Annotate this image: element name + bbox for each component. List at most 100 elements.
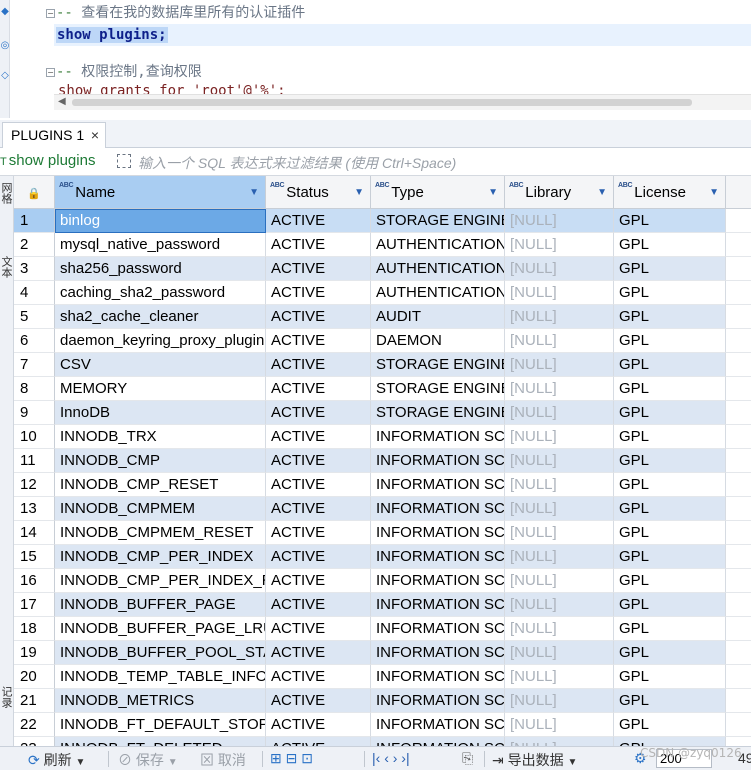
row-number[interactable]: 6: [14, 329, 55, 353]
fetch-settings-icon[interactable]: ⎘: [462, 750, 473, 767]
sort-icon[interactable]: ▼: [709, 176, 719, 208]
cell-type[interactable]: INFORMATION SCHEMA: [371, 473, 505, 497]
row-number[interactable]: 9: [14, 401, 55, 425]
chevron-down-icon[interactable]: ▼: [568, 757, 578, 768]
row-number[interactable]: 3: [14, 257, 55, 281]
row-number[interactable]: 22: [14, 713, 55, 737]
cell-name[interactable]: mysql_native_password: [55, 233, 266, 257]
table-row[interactable]: 12INNODB_CMP_RESETACTIVEINFORMATION SCHE…: [14, 473, 751, 497]
row-number[interactable]: 17: [14, 593, 55, 617]
row-number[interactable]: 21: [14, 689, 55, 713]
cell-status[interactable]: ACTIVE: [266, 377, 371, 401]
cell-status[interactable]: ACTIVE: [266, 665, 371, 689]
cell-name[interactable]: daemon_keyring_proxy_plugin: [55, 329, 266, 353]
cell-library[interactable]: [NULL]: [505, 521, 614, 545]
row-number[interactable]: 5: [14, 305, 55, 329]
column-header-library[interactable]: ABC Library ▼: [505, 176, 614, 209]
table-row[interactable]: 21INNODB_METRICSACTIVEINFORMATION SCHEMA…: [14, 689, 751, 713]
table-row[interactable]: 8 MEMORY ACTIVE STORAGE ENGINE [NULL] GPL: [14, 377, 751, 401]
cell-license[interactable]: GPL: [614, 665, 726, 689]
cell-type[interactable]: INFORMATION SCHEMA: [371, 521, 505, 545]
cell-library[interactable]: [NULL]: [505, 545, 614, 569]
cell-license[interactable]: GPL: [614, 257, 726, 281]
cell-type[interactable]: INFORMATION SCHEMA: [371, 737, 505, 746]
cell-status[interactable]: ACTIVE: [266, 497, 371, 521]
row-number[interactable]: 13: [14, 497, 55, 521]
close-icon[interactable]: ×: [91, 123, 99, 147]
editor-statement-line[interactable]: show plugins;: [56, 24, 168, 46]
cell-name[interactable]: INNODB_BUFFER_PAGE: [55, 593, 266, 617]
cell-type[interactable]: INFORMATION SCHEMA: [371, 641, 505, 665]
expand-icon[interactable]: [117, 154, 131, 168]
cell-type[interactable]: STORAGE ENGINE: [371, 377, 505, 401]
row-number[interactable]: 11: [14, 449, 55, 473]
cell-name[interactable]: InnoDB: [55, 401, 266, 425]
row-edit-icons[interactable]: ⊞ ⊟ ⊡: [270, 750, 313, 767]
row-number[interactable]: 12: [14, 473, 55, 497]
table-row[interactable]: 19INNODB_BUFFER_POOL_STATSACTIVEINFORMAT…: [14, 641, 751, 665]
table-row[interactable]: 7 CSV ACTIVE STORAGE ENGINE [NULL] GPL: [14, 353, 751, 377]
row-number[interactable]: 15: [14, 545, 55, 569]
cell-library[interactable]: [NULL]: [505, 425, 614, 449]
cell-status[interactable]: ACTIVE: [266, 473, 371, 497]
cell-name[interactable]: INNODB_FT_DELETED: [55, 737, 266, 746]
cell-license[interactable]: GPL: [614, 377, 726, 401]
cell-type[interactable]: INFORMATION SCHEMA: [371, 497, 505, 521]
cell-status[interactable]: ACTIVE: [266, 401, 371, 425]
cell-type[interactable]: INFORMATION SCHEMA: [371, 689, 505, 713]
table-row[interactable]: 3 sha256_password ACTIVE AUTHENTICATION [NUL…: [14, 257, 751, 281]
cell-library[interactable]: [NULL]: [505, 401, 614, 425]
cell-status[interactable]: ACTIVE: [266, 353, 371, 377]
export-button[interactable]: ⇥ 导出数据 ▼: [492, 750, 577, 770]
cell-type[interactable]: INFORMATION SCHEMA: [371, 665, 505, 689]
cell-license[interactable]: GPL: [614, 425, 726, 449]
table-row[interactable]: 15 INNODB_CMP_PER_INDEX ACTIVE INFORMATION …: [14, 545, 751, 569]
cell-status[interactable]: ACTIVE: [266, 425, 371, 449]
result-grid[interactable]: 🔒 ABC Name ▼ ABC Status ▼ ABC Type ▼ ABC Lib…: [14, 176, 751, 746]
cell-type[interactable]: AUDIT: [371, 305, 505, 329]
cell-license[interactable]: GPL: [614, 329, 726, 353]
cell-license[interactable]: GPL: [614, 497, 726, 521]
cell-status[interactable]: ACTIVE: [266, 713, 371, 737]
table-row[interactable]: 16INNODB_CMP_PER_INDEX_RESETACTIVEINFORM…: [14, 569, 751, 593]
cell-status[interactable]: ACTIVE: [266, 593, 371, 617]
cell-library[interactable]: [NULL]: [505, 281, 614, 305]
table-row[interactable]: 5 sha2_cache_cleaner ACTIVE AUDIT [NULL] GPL: [14, 305, 751, 329]
sort-icon[interactable]: ▼: [597, 176, 607, 208]
cell-license[interactable]: GPL: [614, 689, 726, 713]
cell-name[interactable]: INNODB_BUFFER_POOL_STATS: [55, 641, 266, 665]
cell-status[interactable]: ACTIVE: [266, 257, 371, 281]
record-view-tab[interactable]: 记录: [0, 686, 14, 708]
cell-library[interactable]: [NULL]: [505, 713, 614, 737]
row-number[interactable]: 19: [14, 641, 55, 665]
cell-type[interactable]: INFORMATION SCHEMA: [371, 617, 505, 641]
table-row[interactable]: 18 INNODB_BUFFER_PAGE_LRU ACTIVE INFORMATIO…: [14, 617, 751, 641]
cell-library[interactable]: [NULL]: [505, 497, 614, 521]
cell-type[interactable]: INFORMATION SCHEMA: [371, 569, 505, 593]
fold-toggle-icon[interactable]: −: [46, 9, 55, 18]
cell-name[interactable]: INNODB_TEMP_TABLE_INFO: [55, 665, 266, 689]
column-header-license[interactable]: ABC License ▼: [614, 176, 726, 209]
row-number[interactable]: 8: [14, 377, 55, 401]
cell-name[interactable]: sha256_password: [55, 257, 266, 281]
table-row[interactable]: 9 InnoDB ACTIVE STORAGE ENGINE [NULL] GPL: [14, 401, 751, 425]
cell-type[interactable]: AUTHENTICATION: [371, 257, 505, 281]
refresh-button[interactable]: ⟳ 刷新 ▼: [28, 750, 85, 770]
table-row[interactable]: 6 daemon_keyring_proxy_plugin ACTIVE DAEMON…: [14, 329, 751, 353]
table-row[interactable]: 20 INNODB_TEMP_TABLE_INFO ACTIVE INFORMATIO…: [14, 665, 751, 689]
cell-license[interactable]: GPL: [614, 545, 726, 569]
cell-status[interactable]: ACTIVE: [266, 329, 371, 353]
row-number[interactable]: 4: [14, 281, 55, 305]
cell-license[interactable]: GPL: [614, 353, 726, 377]
cell-library[interactable]: [NULL]: [505, 329, 614, 353]
sort-icon[interactable]: ▼: [354, 176, 364, 208]
row-number[interactable]: 2: [14, 233, 55, 257]
cell-name[interactable]: INNODB_CMPMEM_RESET: [55, 521, 266, 545]
cell-status[interactable]: ACTIVE: [266, 281, 371, 305]
cell-license[interactable]: GPL: [614, 641, 726, 665]
cell-license[interactable]: GPL: [614, 737, 726, 746]
cell-license[interactable]: GPL: [614, 713, 726, 737]
cell-license[interactable]: GPL: [614, 449, 726, 473]
table-row[interactable]: 14 INNODB_CMPMEM_RESET ACTIVE INFORMATION S…: [14, 521, 751, 545]
table-row[interactable]: 11INNODB_CMPACTIVEINFORMATION SCHEMA[NUL…: [14, 449, 751, 473]
